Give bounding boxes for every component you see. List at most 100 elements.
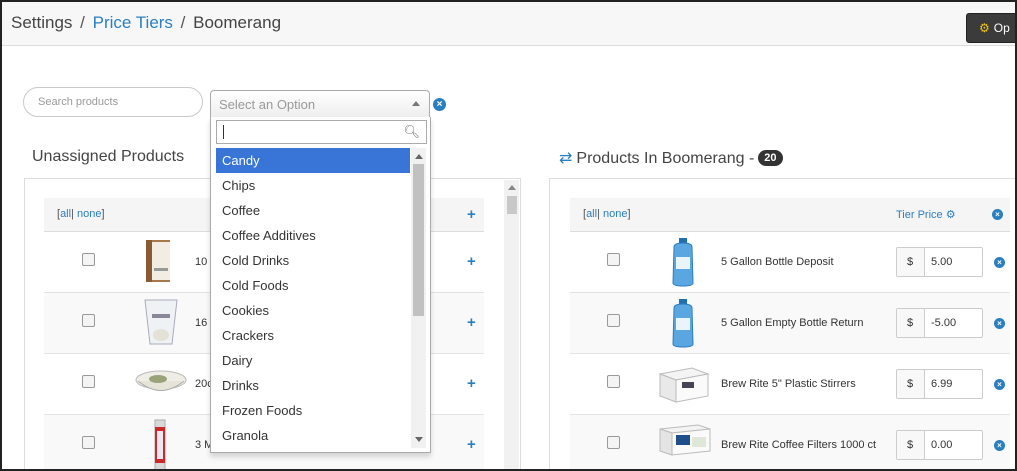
plus-icon[interactable]: + [467, 253, 476, 270]
scroll-thumb[interactable] [507, 196, 517, 214]
dropdown-search-input[interactable]: 🔍︎ [216, 120, 427, 144]
row-checkbox[interactable] [607, 314, 620, 327]
search-input[interactable]: Search products [23, 87, 203, 117]
select-none-link[interactable]: none [77, 208, 101, 220]
tier-price-label: Tier Price [896, 209, 943, 221]
dropdown-option[interactable]: Crackers [216, 323, 410, 348]
row-checkbox[interactable] [82, 375, 95, 388]
row-checkbox[interactable] [82, 436, 95, 449]
tier-price-field[interactable]: $ -5.00 [896, 308, 983, 338]
text-cursor [223, 125, 224, 139]
unassigned-products-title: Unassigned Products [32, 148, 184, 166]
product-name: 5 Gallon Bottle Deposit [721, 256, 834, 268]
remove-icon[interactable]: × [994, 440, 1005, 451]
dropdown-option[interactable]: Coffee [216, 198, 410, 223]
remove-all-icon[interactable]: × [992, 209, 1003, 220]
plus-icon[interactable]: + [467, 314, 476, 331]
scroll-thumb[interactable] [413, 164, 424, 316]
currency-addon: $ [897, 370, 925, 398]
select-all-none: [all| none] [583, 208, 631, 220]
plus-icon[interactable]: + [467, 436, 476, 453]
product-name: Brew Rite Coffee Filters 1000 ct [721, 439, 877, 451]
dropdown-option[interactable]: Cold Foods [216, 273, 410, 298]
breadcrumb-root: Settings [11, 13, 73, 32]
clear-icon[interactable]: × [433, 98, 446, 111]
search-icon: 🔍︎ [403, 124, 420, 139]
price-value: -5.00 [931, 317, 957, 329]
select-all-link[interactable]: all [586, 208, 597, 220]
candy-bar-image [154, 419, 166, 469]
dropdown-option[interactable]: Frozen Foods [216, 398, 410, 423]
product-count-badge: 20 [758, 150, 783, 166]
row-checkbox[interactable] [607, 375, 620, 388]
remove-icon[interactable]: × [994, 257, 1005, 268]
category-select-placeholder: Select an Option [219, 97, 316, 112]
search-placeholder: Search products [38, 96, 119, 108]
dropdown-scrollbar[interactable] [411, 148, 426, 448]
caret-up-icon [412, 101, 420, 106]
scroll-up-icon[interactable] [415, 154, 423, 159]
clear-cup-image [144, 299, 178, 345]
dropdown-option[interactable]: Cookies [216, 298, 410, 323]
options-button[interactable]: ⚙ Op [966, 13, 1015, 43]
top-bar: Settings / Price Tiers / Boomerang ⚙ Op [2, 2, 1015, 46]
water-jug-image [672, 299, 694, 348]
row-checkbox[interactable] [607, 253, 620, 266]
product-name: 10 [195, 256, 208, 268]
filters-box-image [659, 424, 711, 456]
price-value: 5.00 [931, 256, 953, 268]
assigned-table-header: [all| none] Tier Price ⚙ × [570, 198, 1010, 232]
category-select[interactable]: Select an Option [210, 90, 430, 118]
breadcrumb-separator: / [180, 13, 186, 32]
dropdown-option[interactable]: Coffee Additives [216, 223, 410, 248]
category-dropdown: 🔍︎ Candy Chips Coffee Coffee Additives C… [210, 117, 431, 453]
gear-icon: ⚙ [945, 209, 956, 221]
price-value: 0.00 [931, 439, 953, 451]
breadcrumb-price-tiers-link[interactable]: Price Tiers [93, 13, 173, 32]
tier-price-field[interactable]: $ 0.00 [896, 430, 983, 460]
scroll-down-icon[interactable] [415, 437, 423, 442]
row-checkbox[interactable] [82, 253, 95, 266]
select-all-link[interactable]: all [60, 208, 71, 220]
breadcrumb-current: Boomerang [193, 13, 282, 32]
table-row: Brew Rite Coffee Filters 1000 ct $ 0.00 … [570, 415, 1010, 469]
remove-icon[interactable]: × [994, 318, 1005, 329]
product-name: Brew Rite 5" Plastic Stirrers [721, 378, 856, 390]
dropdown-option[interactable]: Chips [216, 173, 410, 198]
price-value: 6.99 [931, 378, 953, 390]
dropdown-option[interactable]: Granola [216, 423, 410, 448]
assigned-title-text: Products In Boomerang - [576, 150, 755, 167]
unassigned-scrollbar[interactable] [504, 180, 519, 469]
water-jug-image [672, 238, 694, 287]
remove-icon[interactable]: × [994, 379, 1005, 390]
select-none-link[interactable]: none [603, 208, 627, 220]
tier-price-field[interactable]: $ 5.00 [896, 247, 983, 277]
breadcrumb-separator: / [80, 13, 85, 32]
row-checkbox[interactable] [82, 314, 95, 327]
app-frame: Settings / Price Tiers / Boomerang ⚙ Op S… [0, 0, 1017, 471]
assigned-products-title: ⇄ Products In Boomerang -20 [559, 148, 783, 168]
add-all-plus-icon[interactable]: + [467, 206, 476, 223]
table-row: 5 Gallon Bottle Deposit $ 5.00 × [570, 232, 1010, 293]
plus-icon[interactable]: + [467, 375, 476, 392]
select-all-none: [all| none] [57, 208, 105, 220]
stirrers-box-image [658, 367, 710, 403]
scroll-up-icon[interactable] [508, 185, 516, 190]
unassigned-title-text: Unassigned Products [32, 148, 185, 165]
table-row: Brew Rite 5" Plastic Stirrers $ 6.99 × [570, 354, 1010, 415]
cups-box-image [146, 240, 170, 282]
product-name: 16 [195, 317, 208, 329]
dropdown-option[interactable]: Cold Drinks [216, 248, 410, 273]
currency-addon: $ [897, 248, 925, 276]
row-checkbox[interactable] [607, 436, 620, 449]
bowl-image [135, 370, 187, 391]
product-name: 5 Gallon Empty Bottle Return [721, 317, 864, 329]
table-row: 5 Gallon Empty Bottle Return $ -5.00 × [570, 293, 1010, 354]
currency-addon: $ [897, 309, 925, 337]
dropdown-option[interactable]: Candy [216, 148, 410, 173]
tier-price-header[interactable]: Tier Price ⚙ [896, 208, 956, 221]
dropdown-option[interactable]: Drinks [216, 373, 410, 398]
tier-price-field[interactable]: $ 6.99 [896, 369, 983, 399]
dropdown-options-list: Candy Chips Coffee Coffee Additives Cold… [216, 148, 410, 448]
dropdown-option[interactable]: Dairy [216, 348, 410, 373]
